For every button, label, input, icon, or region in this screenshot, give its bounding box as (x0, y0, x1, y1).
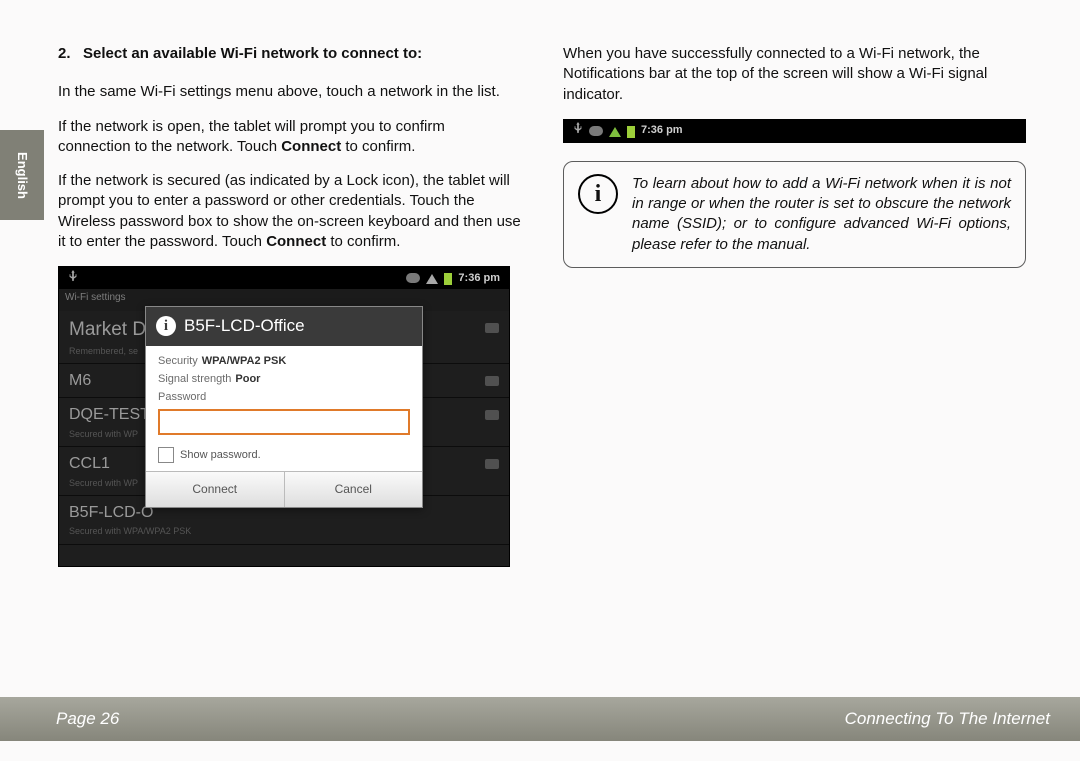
left-paragraph-1: In the same Wi-Fi settings menu above, t… (58, 82, 521, 102)
signal-value: Poor (235, 373, 260, 385)
wifi-network-list: Market DepRemembered, se M6 DQE-TESTSecu… (59, 311, 509, 566)
cloud-icon (406, 273, 420, 283)
section-title: Connecting To The Internet (845, 709, 1050, 729)
info-text: To learn about how to add a Wi-Fi networ… (632, 174, 1011, 255)
show-password-row[interactable]: Show password. (158, 447, 410, 463)
dialog-title: B5F-LCD-Office (184, 315, 305, 338)
security-value: WPA/WPA2 PSK (202, 355, 287, 367)
connect-dialog: i B5F-LCD-Office Security WPA/WPA2 PSK Si… (145, 306, 423, 508)
step-heading: 2. Select an available Wi-Fi network to … (58, 44, 521, 64)
status-bar: 7:36 pm (59, 267, 509, 289)
usb-icon (573, 122, 583, 139)
security-label: Security (158, 355, 198, 367)
show-password-checkbox[interactable] (158, 447, 174, 463)
lock-icon (485, 376, 499, 386)
lock-icon (485, 323, 499, 333)
password-input[interactable] (158, 409, 410, 435)
password-label: Password (158, 391, 206, 403)
info-icon: i (578, 174, 618, 214)
cancel-button[interactable]: Cancel (285, 472, 423, 506)
left-paragraph-2: If the network is open, the tablet will … (58, 117, 521, 158)
wifi-icon (426, 274, 438, 284)
network-sub: Secured with WPA/WPA2 PSK (69, 525, 499, 537)
lock-icon (485, 459, 499, 469)
p3-c: to confirm. (326, 233, 400, 250)
connect-button[interactable]: Connect (146, 472, 285, 506)
status-time: 7:36 pm (458, 271, 500, 286)
show-password-label: Show password. (180, 448, 261, 463)
p2-c: to confirm. (341, 138, 415, 155)
left-paragraph-3: If the network is secured (as indicated … (58, 171, 521, 252)
battery-icon (627, 126, 635, 138)
right-column: When you have successfully connected to … (563, 44, 1026, 567)
p3-connect: Connect (266, 233, 326, 250)
info-callout: i To learn about how to add a Wi-Fi netw… (563, 161, 1026, 268)
left-column: 2. Select an available Wi-Fi network to … (58, 44, 521, 567)
page-number: Page 26 (56, 709, 119, 729)
dialog-title-bar: i B5F-LCD-Office (146, 307, 422, 346)
wifi-connected-icon (609, 127, 621, 137)
page-footer: Page 26 Connecting To The Internet (0, 697, 1080, 741)
cloud-icon (589, 126, 603, 136)
lock-icon (485, 410, 499, 420)
language-tab: English (0, 130, 44, 220)
language-tab-label: English (15, 152, 30, 199)
status-bar-connected: 7:36 pm (563, 119, 1026, 143)
right-paragraph-1: When you have successfully connected to … (563, 44, 1026, 105)
info-icon: i (156, 316, 176, 336)
status-time: 7:36 pm (641, 123, 683, 138)
usb-icon (68, 270, 78, 287)
battery-icon (444, 273, 452, 285)
p2-connect: Connect (281, 138, 341, 155)
signal-label: Signal strength (158, 373, 231, 385)
wifi-dialog-screenshot: 7:36 pm Wi-Fi settings Market DepRemembe… (58, 266, 510, 567)
